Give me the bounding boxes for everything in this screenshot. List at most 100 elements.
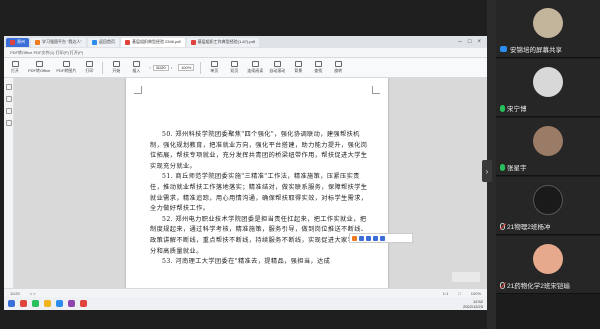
search-icon[interactable] <box>5 120 12 126</box>
status-nav[interactable]: < > <box>30 291 36 296</box>
participant-label: 21物理2班杨冲 <box>500 221 550 231</box>
tab-label: 返回首页 <box>98 39 115 44</box>
system-clock[interactable]: 12:52 2022/12/23 <box>463 299 483 309</box>
start-icon[interactable] <box>8 300 15 307</box>
continuous-icon <box>251 61 259 67</box>
print-button[interactable]: 打印 <box>82 61 96 74</box>
note-icon[interactable] <box>380 235 385 241</box>
single-page-icon <box>210 61 218 67</box>
avatar <box>533 8 563 38</box>
tab-icon <box>35 39 40 45</box>
tab-pdf-2[interactable]: 基层组织工作典型经验(1-67).pdf <box>186 37 259 47</box>
window-controls: – □ × <box>459 39 487 45</box>
tab-label: 郑州 <box>17 39 25 44</box>
status-page: 11/20 <box>10 290 20 296</box>
pdf-status-bar: 11/20 < > 1:1 □ 100% <box>4 288 487 297</box>
next-page-icon[interactable]: › <box>171 65 172 70</box>
tab-label: 学习强国平台 "我达人" <box>42 39 82 44</box>
collapse-panel-button[interactable]: › <box>482 160 492 182</box>
page-input[interactable] <box>152 64 169 71</box>
background-button[interactable]: 背景 <box>291 61 305 74</box>
screen-share-icon <box>500 46 507 52</box>
status-zoom[interactable]: 100% <box>471 291 481 296</box>
tab-label: 基层组织工作典型经验(1-67).pdf <box>197 39 255 44</box>
app-icon[interactable] <box>68 300 75 307</box>
pdf-sidebar <box>4 78 14 288</box>
single-page-button[interactable]: 单页 <box>207 61 221 74</box>
pdf-app-icon[interactable] <box>80 300 87 307</box>
participant-label: 张星宇 <box>500 162 527 172</box>
app-icon[interactable] <box>20 300 27 307</box>
pdf-icon <box>124 39 130 45</box>
minimize-icon[interactable]: – <box>459 39 462 45</box>
double-page-button[interactable]: 双页 <box>227 61 241 74</box>
paragraph-50: 50. 郑州科技学院团委聚焦"四个强化"，强化协调联动，建强帮扶机制，强化规划教… <box>150 131 368 170</box>
comment-icon[interactable] <box>5 108 12 114</box>
mic-muted-icon <box>500 281 505 289</box>
scroll-icon <box>273 61 281 67</box>
participant-label: 21药物化学2班宋铠瑜 <box>500 280 570 290</box>
crop-mark <box>372 86 380 94</box>
participant-label: 安锦培的屏幕共享 <box>500 44 562 54</box>
tab-pdf-active[interactable]: 基层组织典型经验 2346.pdf <box>120 37 185 47</box>
menu-items[interactable]: PDF转Office PDF文件(1) 打印(P) 打开(P) <box>10 50 83 56</box>
bookmark-icon[interactable] <box>5 96 12 102</box>
document-viewport[interactable]: 50. 郑州科技学院团委聚焦"四个强化"，强化协调联动，建强帮扶机制，强化规划教… <box>14 78 487 288</box>
zoom-select[interactable]: 100% <box>178 64 195 71</box>
continuous-button[interactable]: 连续阅读 <box>247 61 263 74</box>
status-ratio[interactable]: 1:1 <box>443 291 449 296</box>
paragraph-52: 52. 郑州电力职业技术学院团委是担当责任扛起来，把工作实就业，把制度规起来，通… <box>150 215 368 255</box>
tab-study[interactable]: 学习强国平台 "我达人" <box>31 37 86 47</box>
participant-tile[interactable]: 宋宁博 <box>496 59 600 117</box>
printer-icon <box>85 61 93 67</box>
avatar <box>533 126 563 156</box>
pdf-page: 50. 郑州科技学院团委聚焦"四个强化"，强化协调联动，建强帮扶机制，强化规划教… <box>126 78 388 288</box>
toolbar-divider <box>200 61 202 74</box>
avatar <box>533 67 563 97</box>
participant-tile[interactable]: 张星宇 <box>496 118 600 176</box>
app-tab[interactable]: 郑州 <box>6 37 29 47</box>
menu-bar: PDF转Office PDF文件(1) 打印(P) 打开(P) <box>4 48 487 58</box>
meeting-window: 郑州 学习强国平台 "我达人" 返回首页 基层组织典型经验 2346.pdf 基… <box>0 0 600 329</box>
search-icon <box>314 61 322 67</box>
translate-icon[interactable] <box>352 235 357 241</box>
find-button[interactable]: 查找 <box>311 61 325 74</box>
maximize-icon[interactable]: □ <box>468 39 472 45</box>
participant-label: 宋宁博 <box>500 103 527 113</box>
pdf-to-office-button[interactable]: PDF转Office <box>28 61 50 74</box>
browser-icon[interactable] <box>56 300 63 307</box>
folder-icon[interactable] <box>44 300 51 307</box>
underline-icon[interactable] <box>373 235 378 241</box>
background-icon <box>294 61 302 67</box>
close-icon[interactable]: × <box>477 39 481 45</box>
os-taskbar: 12:52 2022/12/23 <box>4 297 487 310</box>
rotate-button[interactable]: 旋转 <box>331 61 345 74</box>
browser-tab-strip: 郑州 学习强国平台 "我达人" 返回首页 基层组织典型经验 2346.pdf 基… <box>4 36 487 48</box>
tab-home[interactable]: 返回首页 <box>87 37 119 47</box>
pdf-to-image-button[interactable]: PDF转图片 <box>56 61 76 74</box>
paragraph-53: 53. 河南理工大学团委在"精准去，提精品，强担当，达成 <box>162 258 331 266</box>
prev-page-icon[interactable]: ‹ <box>149 65 150 70</box>
participant-tile[interactable]: 21物理2班杨冲 <box>496 177 600 235</box>
participant-tile[interactable]: 安锦培的屏幕共享 <box>496 0 600 58</box>
app-icon[interactable] <box>32 300 39 307</box>
open-button[interactable]: 打开 <box>8 61 22 74</box>
insert-button[interactable]: 插入 <box>129 61 143 74</box>
start-button[interactable]: 开始 <box>109 61 123 74</box>
participant-tile[interactable]: 21药物化学2班宋铠瑜 <box>496 236 600 294</box>
image-icon <box>62 61 70 67</box>
copy-icon[interactable] <box>359 235 364 241</box>
highlight-icon[interactable] <box>366 235 371 241</box>
tab-label: 基层组织典型经验 2346.pdf <box>131 39 181 44</box>
toolbar-divider <box>102 61 104 74</box>
app-icon <box>10 39 15 45</box>
avatar <box>533 185 563 215</box>
auto-scroll-button[interactable]: 自动滚动 <box>269 61 285 74</box>
activate-watermark <box>452 272 480 282</box>
status-fit[interactable]: □ <box>458 291 460 296</box>
page-navigator: ‹ › <box>149 64 172 71</box>
thumbnail-icon[interactable] <box>5 84 12 90</box>
insert-icon <box>132 61 140 67</box>
crop-mark <box>134 86 142 94</box>
paragraph-51: 51. 商丘师范学院团委实施"三精准"工作法，精准施策，压紧压实责任，推动就业帮… <box>150 173 368 213</box>
